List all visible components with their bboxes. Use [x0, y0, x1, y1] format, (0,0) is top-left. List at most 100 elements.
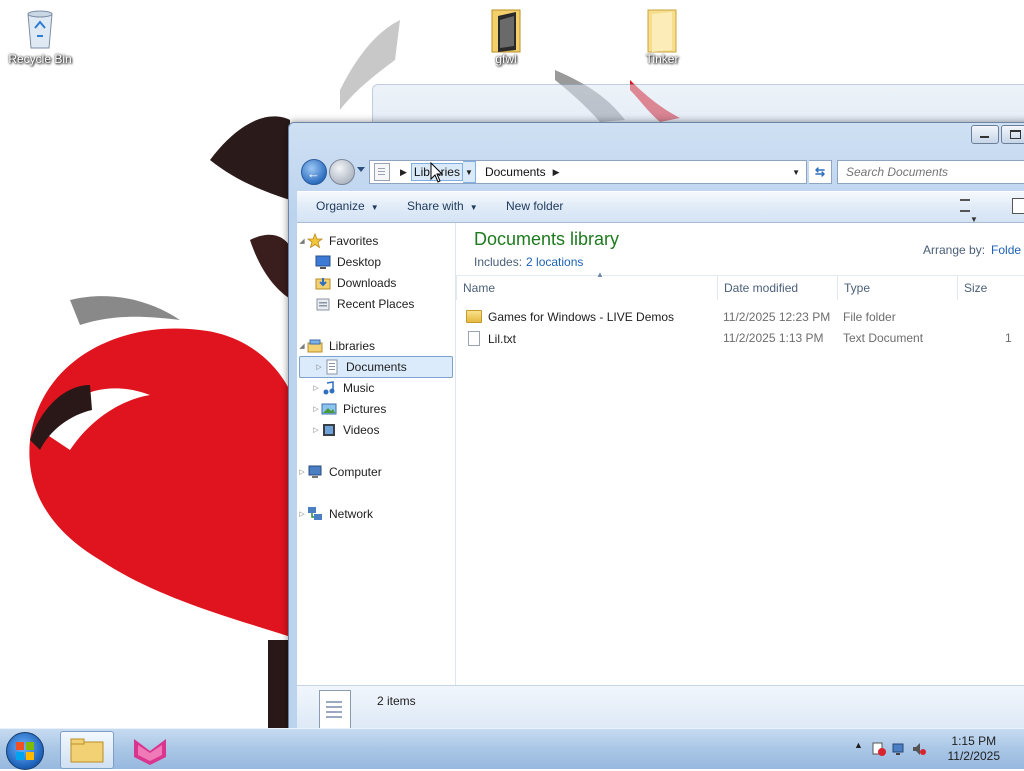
computer-icon	[307, 464, 323, 480]
organize-menu[interactable]: Organize ▼	[316, 199, 379, 213]
nav-computer[interactable]: ▷ Computer	[297, 462, 382, 482]
command-bar: Organize ▼ Share with ▼ New folder ▼	[297, 191, 1024, 224]
file-date: 11/2/2025 12:23 PM	[723, 310, 831, 324]
nav-recent-places[interactable]: Recent Places	[315, 294, 414, 314]
clock[interactable]: 1:15 PM 11/2/2025	[948, 734, 1001, 764]
clock-time: 1:15 PM	[951, 734, 997, 748]
nav-label: Music	[343, 381, 375, 395]
search-box[interactable]	[837, 160, 1024, 184]
clock-date: 11/2/2025	[947, 749, 1001, 763]
nav-label: Videos	[343, 423, 380, 437]
details-pane: 2 items	[297, 685, 1024, 732]
collapsed-arrow-icon[interactable]: ▷	[297, 468, 307, 476]
arrange-by-label: Arrange by:	[923, 243, 986, 257]
back-button[interactable]: ←	[301, 159, 327, 185]
refresh-icon: ⇆	[814, 165, 826, 179]
item-count: 2 items	[377, 694, 416, 708]
action-center-alert-icon[interactable]	[872, 742, 886, 756]
file-row[interactable]: Lil.txt 11/2/2025 1:13 PM Text Document …	[456, 328, 1024, 348]
desktop-icon-tinker[interactable]: Tinker	[622, 6, 702, 66]
preview-pane-button[interactable]	[1012, 198, 1024, 214]
library-includes: Includes: 2 locations	[474, 255, 583, 269]
file-name: Lil.txt	[488, 332, 517, 346]
nav-videos[interactable]: ▷ Videos	[311, 420, 379, 440]
breadcrumb-libraries-dropdown[interactable]: ▼	[462, 161, 476, 183]
taskbar-explorer-button[interactable]	[60, 731, 114, 769]
documents-icon	[324, 359, 340, 375]
pictures-icon	[321, 401, 337, 417]
collapsed-arrow-icon[interactable]: ▷	[297, 510, 307, 518]
expanded-arrow-icon[interactable]: ◢	[297, 237, 307, 245]
network-disconnected-icon[interactable]	[892, 742, 906, 756]
desktop-icon-label: Recycle Bin	[8, 52, 72, 66]
organize-label: Organize	[316, 199, 365, 213]
desktop-icon-gfwl[interactable]: gfwl	[466, 6, 546, 66]
windows-logo-icon	[16, 742, 34, 760]
collapsed-arrow-icon[interactable]: ▷	[311, 405, 321, 413]
nav-documents[interactable]: ▷ Documents	[299, 356, 453, 378]
collapsed-arrow-icon[interactable]: ▷	[311, 426, 321, 434]
forward-button[interactable]	[329, 159, 355, 185]
nav-pictures[interactable]: ▷ Pictures	[311, 399, 386, 419]
star-icon	[306, 232, 324, 249]
expanded-arrow-icon[interactable]: ◢	[297, 342, 307, 350]
minimize-button[interactable]	[971, 125, 999, 144]
system-tray: ▲ 1:15 PM 11/2/2025	[834, 729, 1024, 769]
nav-downloads[interactable]: Downloads	[315, 273, 396, 293]
nav-music[interactable]: ▷ Music	[311, 378, 374, 398]
start-button[interactable]	[6, 732, 44, 770]
search-input[interactable]	[844, 162, 1024, 182]
recycle-bin-icon	[20, 6, 60, 50]
recent-pages-dropdown[interactable]	[357, 167, 365, 172]
column-name[interactable]: Name	[456, 276, 713, 300]
library-icon	[374, 163, 390, 181]
navigation-pane: ◢ Favorites Desktop Downloads Recent Pla…	[297, 223, 456, 685]
file-type: Text Document	[843, 331, 924, 345]
nav-libraries[interactable]: ◢ Libraries	[297, 336, 375, 356]
nav-label: Desktop	[337, 255, 382, 269]
downloads-icon	[315, 275, 331, 291]
library-title: Documents library	[474, 229, 620, 249]
column-size[interactable]: Size	[957, 276, 1024, 300]
address-history-dropdown[interactable]: ▼	[792, 168, 800, 177]
nav-favorites[interactable]: ◢ Favorites	[297, 231, 378, 251]
refresh-button[interactable]: ⇆	[809, 160, 832, 184]
arrange-by-dropdown[interactable]: Folde	[991, 243, 1021, 257]
documents-library-icon	[319, 690, 351, 730]
view-list-icon	[960, 199, 970, 212]
file-name: Games for Windows - LIVE Demos	[488, 310, 675, 324]
app-icon	[134, 739, 166, 765]
breadcrumb-separator-icon[interactable]: ▶	[400, 167, 407, 178]
collapsed-arrow-icon[interactable]: ▷	[314, 363, 324, 371]
desktop-icon	[315, 254, 331, 270]
file-size: 1	[1005, 331, 1012, 345]
breadcrumb-separator-icon[interactable]: ▶	[553, 167, 560, 178]
file-type: File folder	[843, 310, 896, 324]
show-hidden-icons-button[interactable]: ▲	[854, 740, 868, 754]
column-date-modified[interactable]: Date modified	[717, 276, 832, 300]
breadcrumb-documents[interactable]: Documents	[482, 163, 549, 181]
desktop-icon-recycle-bin[interactable]: Recycle Bin	[0, 6, 80, 66]
file-row[interactable]: Games for Windows - LIVE Demos 11/2/2025…	[456, 307, 1024, 327]
maximize-button[interactable]	[1001, 125, 1024, 144]
minimize-icon	[980, 136, 989, 138]
column-type[interactable]: Type	[837, 276, 952, 300]
library-locations-link[interactable]: 2 locations	[526, 255, 583, 269]
folder-icon	[466, 310, 482, 323]
back-arrow-icon: ←	[307, 166, 320, 181]
mouse-cursor-icon	[430, 162, 444, 183]
nav-desktop[interactable]: Desktop	[315, 252, 381, 272]
nav-network[interactable]: ▷ Network	[297, 504, 373, 524]
network-icon	[307, 506, 323, 522]
chevron-down-icon: ▼	[469, 203, 478, 212]
navigation-bar: ← ▶ Libraries ▼ Documents ▶ ▼ ⇆	[297, 157, 1024, 185]
folder-icon	[642, 6, 682, 53]
volume-muted-icon[interactable]	[912, 742, 926, 756]
change-view-button[interactable]: ▼	[960, 198, 990, 224]
new-folder-button[interactable]: New folder	[506, 199, 563, 213]
collapsed-arrow-icon[interactable]: ▷	[311, 384, 321, 392]
share-with-menu[interactable]: Share with ▼	[407, 199, 478, 213]
taskbar-app-button[interactable]	[124, 731, 176, 767]
arrange-by: Arrange by: Folde	[923, 243, 1021, 257]
nav-label: Computer	[329, 465, 382, 479]
